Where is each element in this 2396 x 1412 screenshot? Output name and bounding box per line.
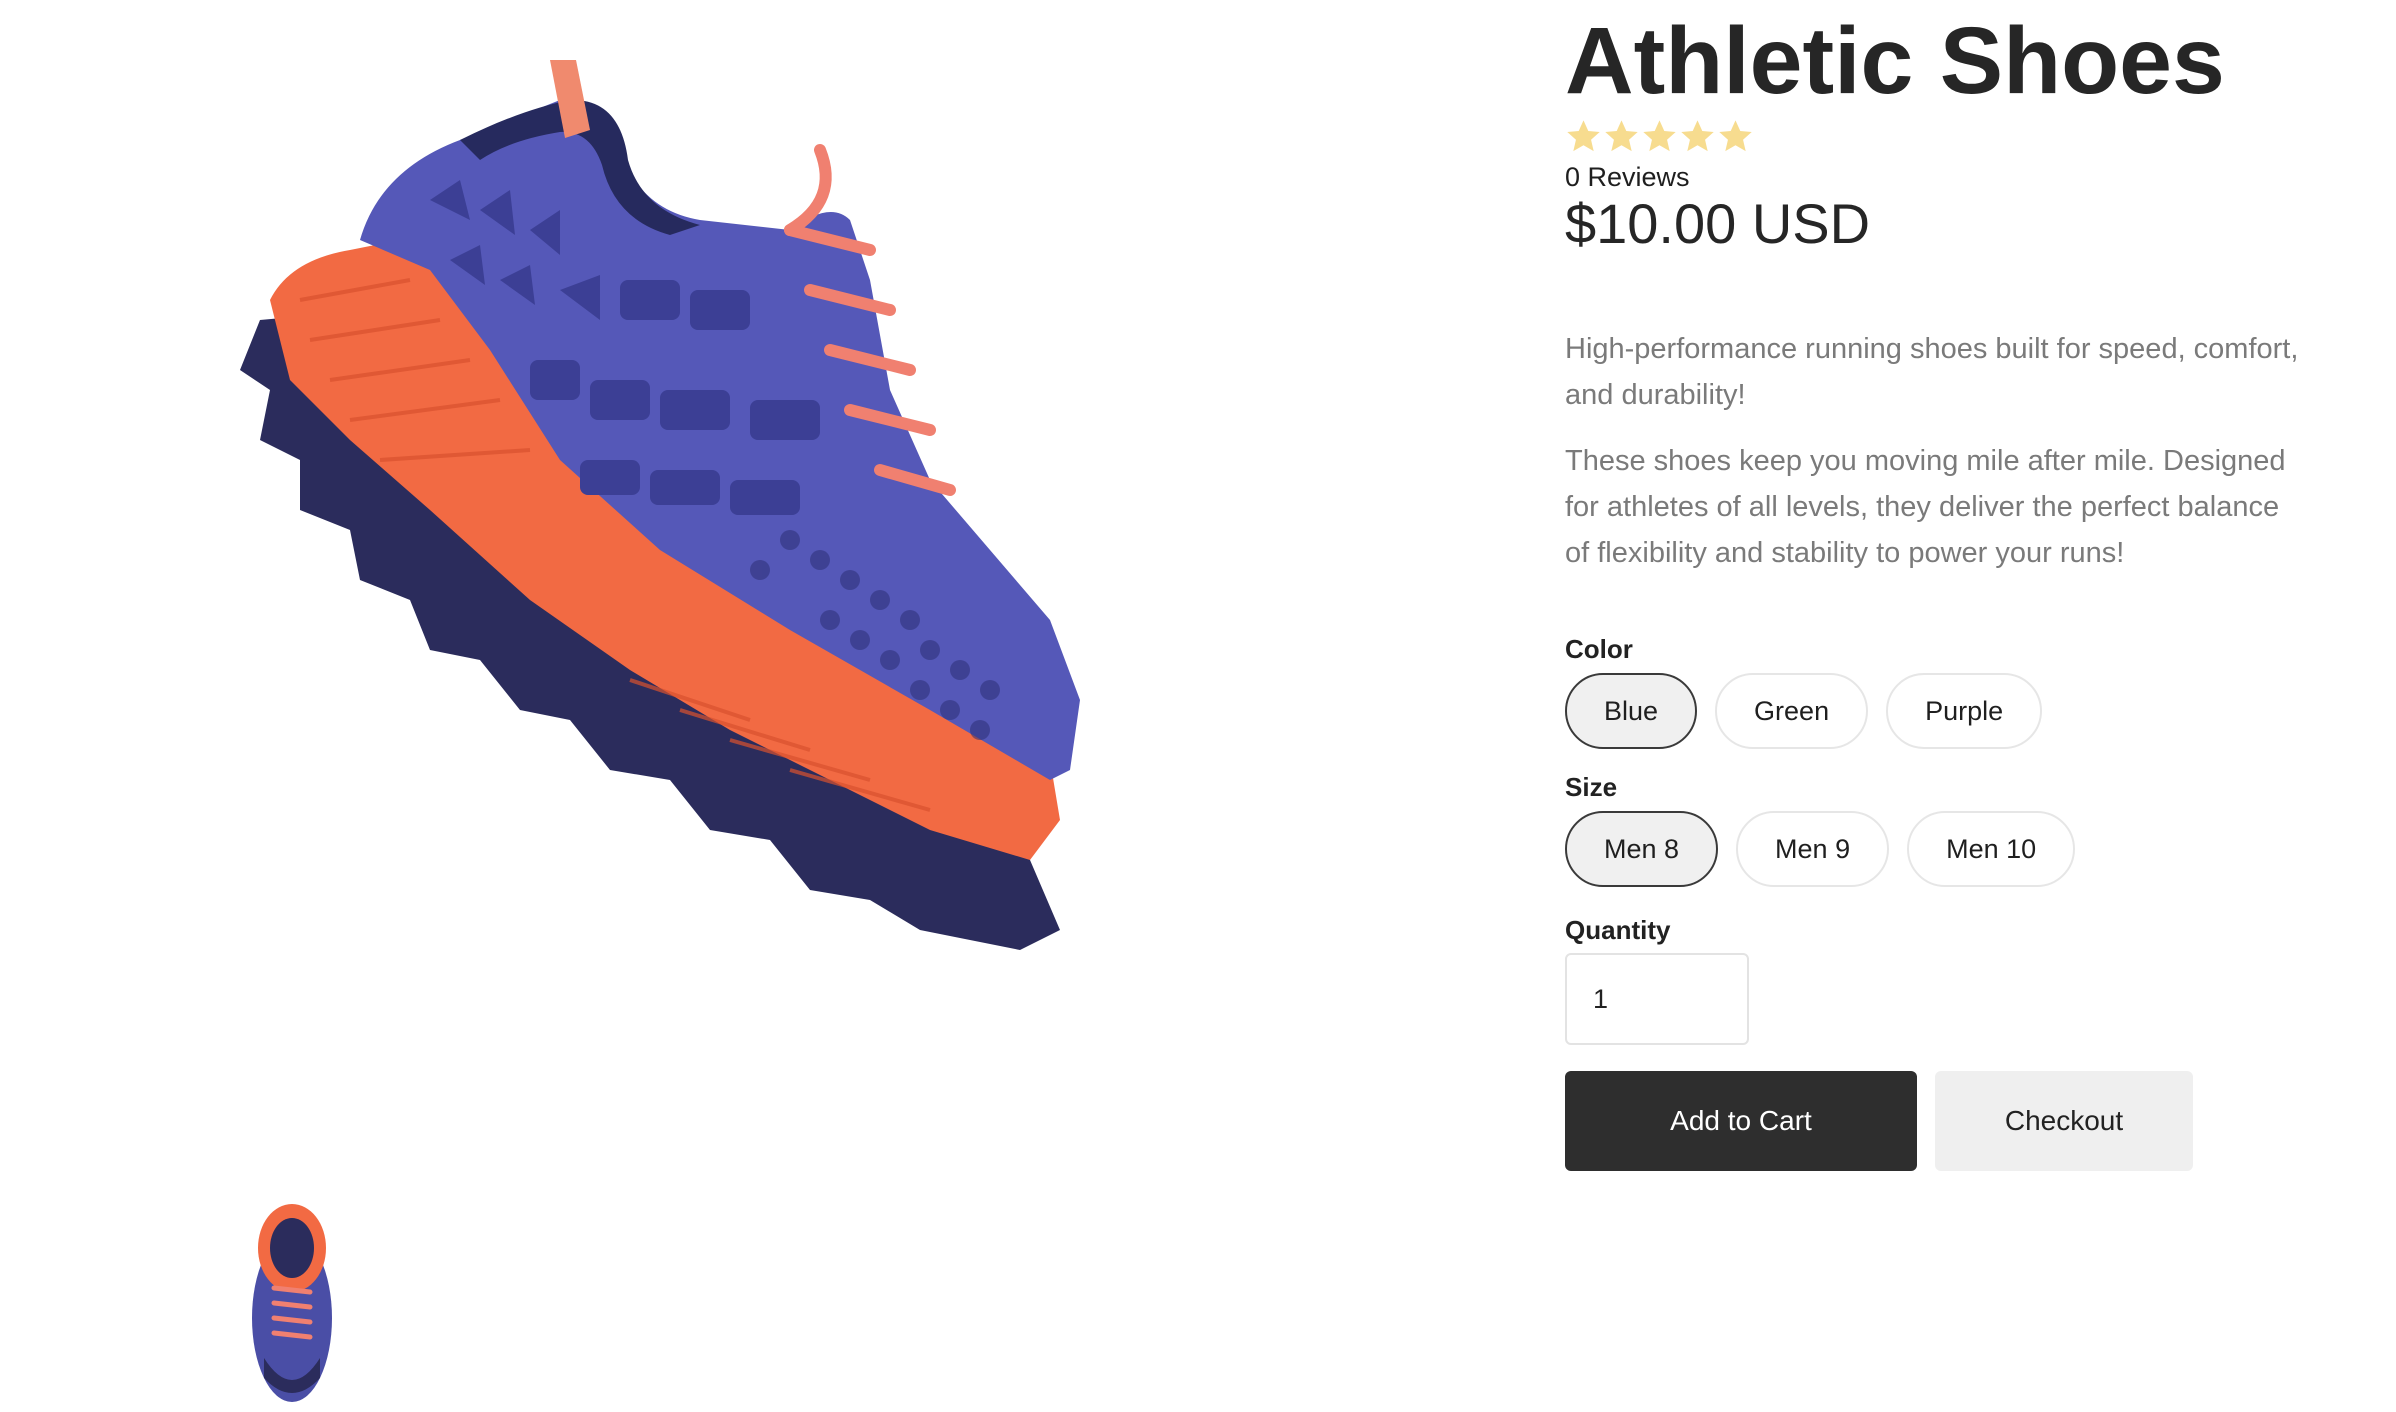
product-thumbnail[interactable] <box>244 1188 340 1404</box>
product-price: $10.00 USD <box>1565 192 1871 255</box>
color-option-blue[interactable]: Blue <box>1565 673 1698 749</box>
quantity-label: Quantity <box>1565 915 1671 945</box>
size-option-men-9[interactable]: Men 9 <box>1736 811 1890 887</box>
color-options: Blue Green Purple <box>1565 673 2043 749</box>
star-icon <box>1605 120 1638 152</box>
rating-stars <box>1565 118 1754 155</box>
shoe-thumbnail-image <box>252 1204 332 1402</box>
size-option-men-10[interactable]: Men 10 <box>1907 811 2076 887</box>
star-icon <box>1643 120 1676 152</box>
star-icon <box>1567 120 1600 152</box>
product-description-short: High-performance running shoes built for… <box>1565 333 2299 411</box>
product-main-image <box>230 60 1300 1130</box>
size-option-men-8[interactable]: Men 8 <box>1565 811 1719 887</box>
size-label: Size <box>1565 772 1618 802</box>
star-icon <box>1719 120 1752 152</box>
product-title: Athletic Shoes <box>1565 8 2225 114</box>
checkout-button[interactable]: Checkout <box>1935 1071 2193 1171</box>
add-to-cart-button[interactable]: Add to Cart <box>1565 1071 1917 1171</box>
product-page: Athletic Shoes 0 Reviews $10.00 USD High… <box>0 0 2396 1412</box>
color-option-green[interactable]: Green <box>1715 673 1869 749</box>
size-options: Men 8 Men 9 Men 10 <box>1565 811 2076 887</box>
color-option-purple[interactable]: Purple <box>1886 673 2043 749</box>
color-label: Color <box>1565 634 1633 664</box>
quantity-input[interactable] <box>1565 953 1749 1045</box>
star-icon <box>1681 120 1714 152</box>
product-description-long: These shoes keep you moving mile after m… <box>1565 445 2286 569</box>
